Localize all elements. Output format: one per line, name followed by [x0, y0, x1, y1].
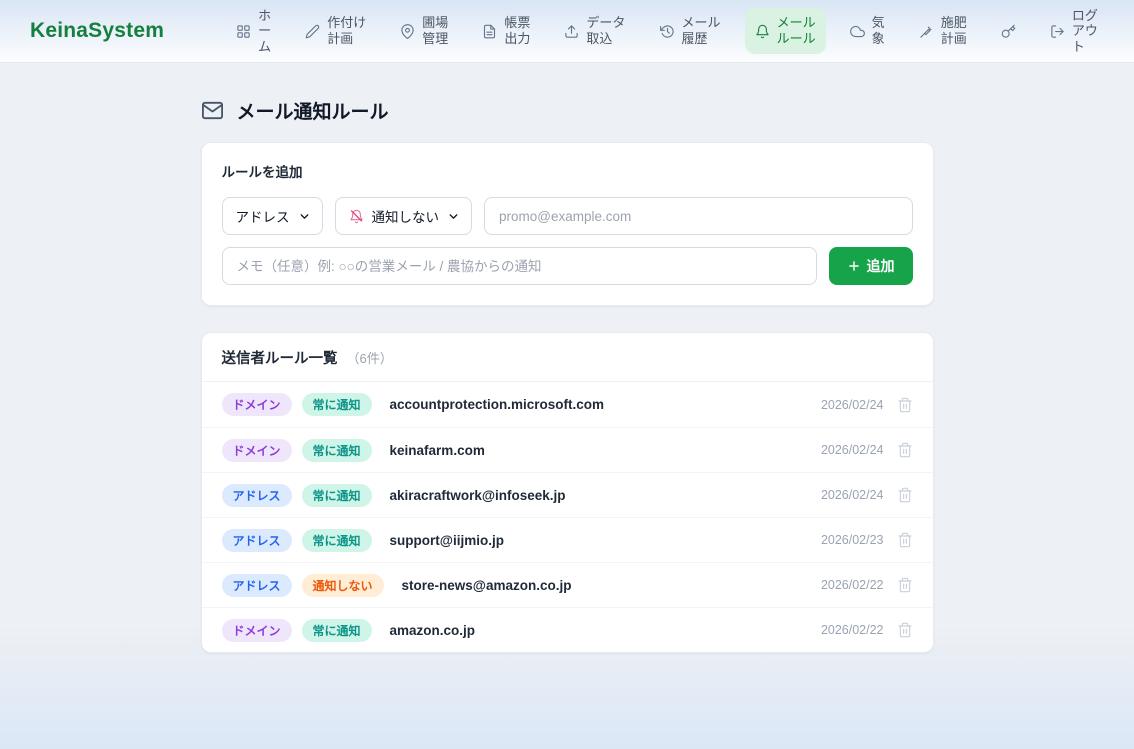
rule-row: ドメイン常に通知 keinafarm.com 2026/02/24 [202, 427, 933, 472]
rule-row: アドレス通知しない store-news@amazon.co.jp 2026/02/… [202, 562, 933, 607]
history-icon [660, 24, 675, 39]
rules-count: （6件） [347, 348, 393, 367]
nav-item-fields[interactable]: 圃場 管理 [390, 8, 458, 53]
file-icon [482, 24, 497, 39]
rule-row: ドメイン常に通知 accountprotection.microsoft.com 2… [202, 382, 933, 427]
nav-item-label: メール ルール [777, 15, 816, 46]
rule-type-badge: アドレス [222, 574, 292, 597]
rules-list-title: 送信者ルール一覧 [222, 347, 338, 368]
grid-icon [236, 24, 251, 39]
main-nav: ホ ー ム 作付け 計画 圃場 管理 帳票 出力 データ 取込 メール 履歴 メール ルール… [226, 1, 1108, 62]
nav-item-fertilizer[interactable]: 施肥 計画 [909, 8, 977, 53]
rule-address: support@iijmio.jp [390, 533, 504, 548]
map-pin-icon [400, 24, 415, 39]
trash-icon [897, 487, 913, 503]
rule-row: ドメイン常に通知 amazon.co.jp 2026/02/22 [202, 607, 933, 652]
brand-logo[interactable]: KeinaSystem [30, 19, 164, 43]
add-rule-label: ルールを追加 [222, 161, 913, 181]
chevron-down-icon [447, 210, 460, 223]
mail-icon [201, 99, 224, 122]
plus-icon [847, 259, 861, 273]
rule-date: 2026/02/23 [821, 533, 884, 547]
rule-address: akiracraftwork@infoseek.jp [390, 488, 566, 503]
delete-rule-button[interactable] [897, 397, 913, 413]
pencil-icon [305, 24, 320, 39]
rule-action-badge: 常に通知 [302, 529, 372, 552]
rule-type-select[interactable]: アドレス [222, 197, 323, 235]
top-navigation-bar: KeinaSystem ホ ー ム 作付け 計画 圃場 管理 帳票 出力 データ 取込 メ… [0, 0, 1134, 63]
upload-icon [564, 24, 579, 39]
nav-item-mail-rules[interactable]: メール ルール [745, 8, 826, 53]
add-rule-card: ルールを追加 アドレス 通知しない 追加 [201, 142, 934, 306]
rule-address: accountprotection.microsoft.com [390, 397, 605, 412]
rule-address: keinafarm.com [390, 443, 485, 458]
rule-row: アドレス常に通知 support@iijmio.jp 2026/02/23 [202, 517, 933, 562]
nav-item-label: 施肥 計画 [941, 15, 967, 46]
page-header: メール通知ルール [201, 63, 934, 124]
rules-list-header: 送信者ルール一覧 （6件） [202, 333, 933, 382]
cloud-icon [850, 24, 865, 39]
page-title: メール通知ルール [237, 97, 389, 124]
bell-off-icon [349, 209, 364, 224]
trash-icon [897, 397, 913, 413]
rule-date: 2026/02/24 [821, 398, 884, 412]
trash-icon [897, 442, 913, 458]
trash-icon [897, 622, 913, 638]
nav-item-mail-history[interactable]: メール 履歴 [650, 8, 731, 53]
rule-action-select[interactable]: 通知しない [335, 197, 473, 235]
rule-date: 2026/02/24 [821, 443, 884, 457]
email-field[interactable] [484, 197, 913, 235]
rule-row: アドレス常に通知 akiracraftwork@infoseek.jp 2026/0… [202, 472, 933, 517]
nav-item-logout[interactable]: ログ アウ ト [1040, 1, 1108, 62]
rule-date: 2026/02/22 [821, 623, 884, 637]
delete-rule-button[interactable] [897, 622, 913, 638]
nav-item-label: 作付け 計画 [327, 15, 366, 46]
nav-item-weather[interactable]: 気 象 [840, 8, 895, 53]
trash-icon [897, 532, 913, 548]
rule-type-badge: ドメイン [222, 619, 292, 642]
sender-rules-card: 送信者ルール一覧 （6件） ドメイン常に通知accountprotection.… [201, 332, 934, 653]
rule-date: 2026/02/22 [821, 578, 884, 592]
rule-action-badge: 常に通知 [302, 619, 372, 642]
rule-action-value: 通知しない [372, 206, 440, 226]
nav-item-label: 気 象 [872, 15, 885, 46]
nav-item-label: ログ アウ ト [1072, 8, 1098, 55]
rule-action-badge: 常に通知 [302, 439, 372, 462]
nav-item-key[interactable] [991, 17, 1026, 46]
rules-list: ドメイン常に通知accountprotection.microsoft.com2… [202, 382, 933, 652]
rule-type-badge: アドレス [222, 529, 292, 552]
rule-date: 2026/02/24 [821, 488, 884, 502]
rule-address: amazon.co.jp [390, 623, 476, 638]
delete-rule-button[interactable] [897, 487, 913, 503]
rule-action-badge: 常に通知 [302, 484, 372, 507]
rule-type-badge: ドメイン [222, 439, 292, 462]
main-content: メール通知ルール ルールを追加 アドレス 通知しない [0, 63, 1134, 749]
key-icon [1001, 24, 1016, 39]
rule-type-badge: ドメイン [222, 393, 292, 416]
nav-item-planting[interactable]: 作付け 計画 [295, 8, 376, 53]
nav-item-reports[interactable]: 帳票 出力 [472, 8, 540, 53]
nav-item-home[interactable]: ホ ー ム [226, 1, 281, 62]
log-out-icon [1050, 24, 1065, 39]
nav-item-label: メール 履歴 [682, 15, 721, 46]
memo-field[interactable] [222, 247, 817, 285]
delete-rule-button[interactable] [897, 532, 913, 548]
nav-item-import[interactable]: データ 取込 [554, 8, 635, 53]
nav-item-label: 帳票 出力 [504, 15, 530, 46]
nav-item-label: データ 取込 [586, 15, 625, 46]
rule-action-badge: 通知しない [302, 574, 384, 597]
delete-rule-button[interactable] [897, 442, 913, 458]
rule-action-badge: 常に通知 [302, 393, 372, 416]
trash-icon [897, 577, 913, 593]
rule-type-badge: アドレス [222, 484, 292, 507]
rule-type-value: アドレス [236, 206, 290, 226]
delete-rule-button[interactable] [897, 577, 913, 593]
rule-address: store-news@amazon.co.jp [402, 578, 572, 593]
nav-item-label: ホ ー ム [258, 8, 271, 55]
add-rule-button[interactable]: 追加 [829, 247, 913, 285]
chevron-down-icon [298, 210, 311, 223]
trowel-icon [919, 24, 934, 39]
nav-item-label: 圃場 管理 [422, 15, 448, 46]
bell-icon [755, 24, 770, 39]
